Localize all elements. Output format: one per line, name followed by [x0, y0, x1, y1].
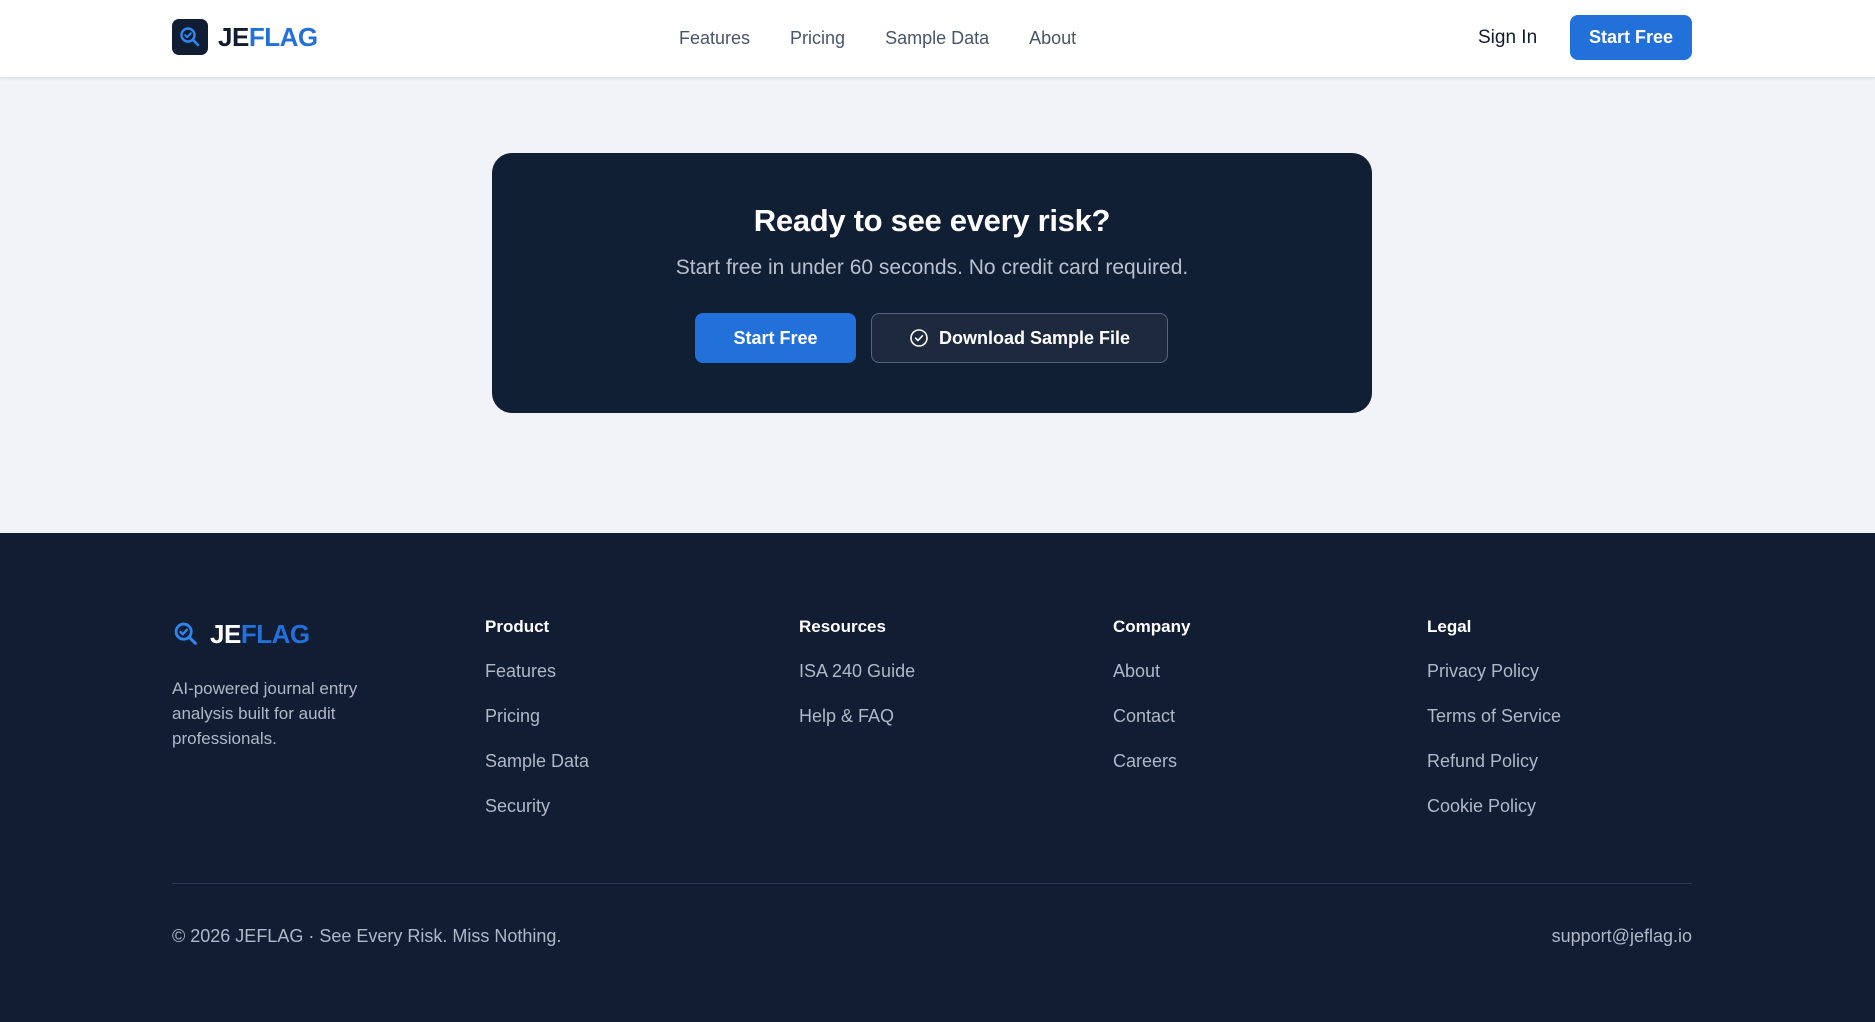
footer-link-about[interactable]: About	[1113, 659, 1190, 683]
magnifier-check-icon	[180, 27, 200, 47]
footer-column-company: Company About Contact Careers	[1113, 615, 1190, 773]
cta-card: Ready to see every risk? Start free in u…	[492, 153, 1372, 413]
site-footer: JEFLAG AI-powered journal entry analysis…	[0, 533, 1875, 1022]
footer-divider	[172, 883, 1692, 884]
download-sample-button[interactable]: Download Sample File	[871, 313, 1168, 363]
magnifier-check-icon	[174, 622, 197, 645]
footer-link-list: ISA 240 Guide Help & FAQ	[799, 659, 915, 728]
cta-subtitle: Start free in under 60 seconds. No credi…	[675, 256, 1189, 279]
footer-column-product: Product Features Pricing Sample Data Sec…	[485, 615, 589, 818]
cta-title: Ready to see every risk?	[753, 203, 1111, 238]
footer-link-careers[interactable]: Careers	[1113, 749, 1190, 773]
site-header: JEFLAG Features Pricing Sample Data Abou…	[0, 0, 1875, 78]
footer-link-contact[interactable]: Contact	[1113, 704, 1190, 728]
logo-badge	[172, 19, 208, 55]
footer-logo[interactable]: JEFLAG	[172, 617, 310, 651]
header-logo[interactable]: JEFLAG	[172, 19, 318, 55]
logo-text-flag: FLAG	[248, 22, 318, 52]
footer-link-security[interactable]: Security	[485, 794, 589, 818]
support-email-link[interactable]: support@jeflag.io	[1552, 926, 1692, 947]
nav-about[interactable]: About	[1029, 28, 1076, 49]
footer-logo-text-je: JE	[210, 619, 241, 649]
logo-text-je: JE	[218, 22, 249, 52]
footer-link-cookie-policy[interactable]: Cookie Policy	[1427, 794, 1561, 818]
footer-column-resources: Resources ISA 240 Guide Help & FAQ	[799, 615, 915, 728]
nav-pricing[interactable]: Pricing	[790, 28, 845, 49]
footer-description: AI-powered journal entry analysis built …	[172, 679, 358, 748]
footer-column-title: Resources	[799, 617, 886, 636]
footer-column-title: Company	[1113, 617, 1191, 636]
logo-wordmark: JEFLAG	[218, 24, 318, 50]
download-sample-label: Download Sample File	[938, 327, 1131, 348]
footer-link-sample-data[interactable]: Sample Data	[485, 749, 589, 773]
footer-link-pricing[interactable]: Pricing	[485, 704, 589, 728]
footer-column-title: Legal	[1427, 617, 1472, 636]
cta-start-free-button[interactable]: Start Free	[695, 313, 856, 363]
footer-link-help-faq[interactable]: Help & FAQ	[799, 704, 915, 728]
footer-logo-text-flag: FLAG	[240, 619, 310, 649]
nav-features[interactable]: Features	[679, 28, 750, 49]
footer-column-legal: Legal Privacy Policy Terms of Service Re…	[1427, 615, 1561, 818]
main-nav: Features Pricing Sample Data About	[679, 0, 1076, 76]
footer-link-privacy-policy[interactable]: Privacy Policy	[1427, 659, 1561, 683]
copyright-text: © 2026 JEFLAG · See Every Risk. Miss Not…	[172, 926, 562, 946]
footer-logo-wordmark: JEFLAG	[210, 621, 310, 647]
footer-link-refund-policy[interactable]: Refund Policy	[1427, 749, 1561, 773]
check-circle-icon	[910, 329, 928, 347]
footer-link-terms-of-service[interactable]: Terms of Service	[1427, 704, 1561, 728]
footer-link-list: Features Pricing Sample Data Security	[485, 659, 589, 818]
nav-sample-data[interactable]: Sample Data	[885, 28, 989, 49]
footer-link-features[interactable]: Features	[485, 659, 589, 683]
footer-column-title: Product	[485, 617, 550, 636]
footer-link-list: About Contact Careers	[1113, 659, 1190, 773]
footer-link-isa-240-guide[interactable]: ISA 240 Guide	[799, 659, 915, 683]
header-start-free-button[interactable]: Start Free	[1570, 15, 1692, 60]
sign-in-link[interactable]: Sign In	[1478, 0, 1537, 76]
footer-link-list: Privacy Policy Terms of Service Refund P…	[1427, 659, 1561, 818]
